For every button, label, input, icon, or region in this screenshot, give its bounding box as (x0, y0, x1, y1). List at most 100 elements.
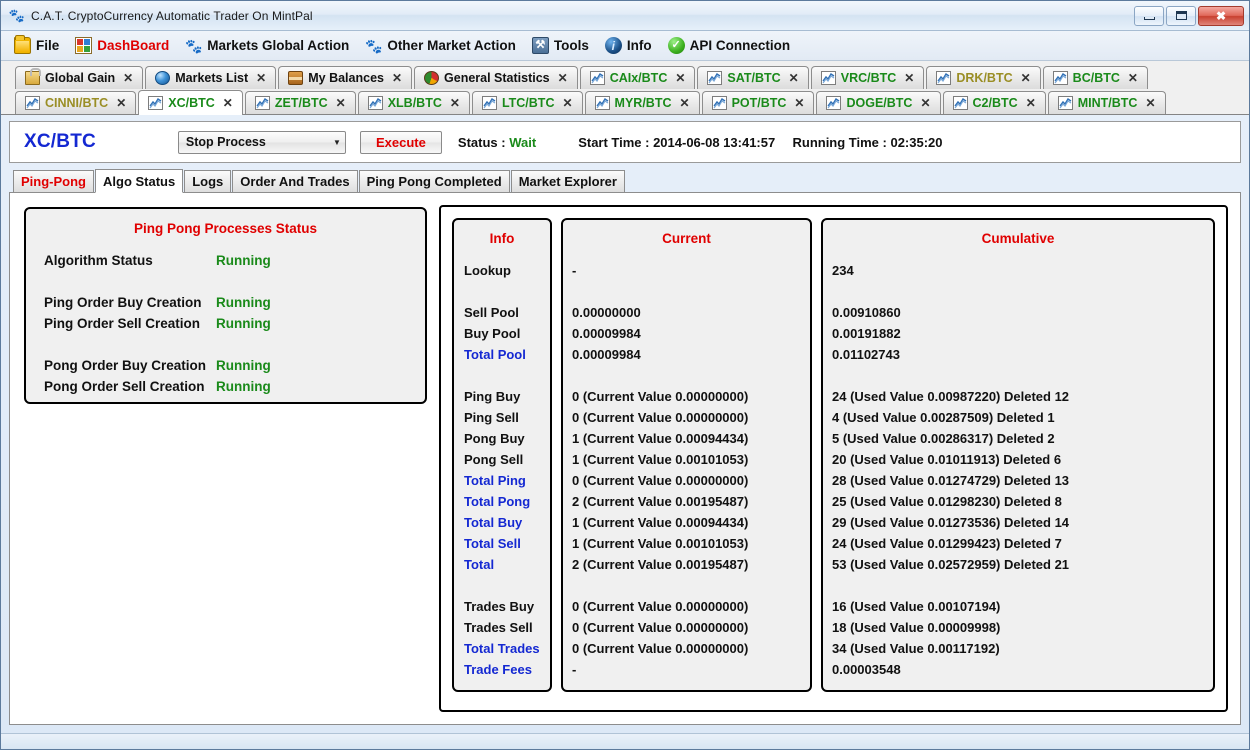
execute-button[interactable]: Execute (359, 130, 442, 154)
menu-item-dashboard[interactable]: DashBoard (68, 34, 176, 57)
tab-market-explorer[interactable]: Market Explorer (510, 170, 625, 192)
table-cell: Total Sell (464, 536, 521, 551)
close-icon[interactable]: ✕ (920, 96, 930, 110)
close-icon[interactable]: ✕ (116, 96, 126, 110)
close-icon[interactable]: ✕ (1026, 96, 1036, 110)
tab-order-and-trades[interactable]: Order And Trades (232, 170, 358, 192)
tab-logs[interactable]: Logs (184, 170, 232, 192)
menu-item-markets-global-action[interactable]: 🐾 Markets Global Action (178, 34, 356, 57)
close-button[interactable]: ✖ (1198, 5, 1244, 26)
market-tab-drk-btc[interactable]: DRK/BTC ✕ (926, 66, 1041, 89)
tab-label: Market Explorer (518, 174, 617, 189)
close-icon[interactable]: ✕ (789, 71, 799, 85)
box-icon (288, 71, 304, 85)
close-icon[interactable]: ✕ (1128, 71, 1138, 85)
table-cell: 1 (Current Value 0.00094434) (572, 515, 749, 530)
table-cell: 0 (Current Value 0.00000000) (572, 473, 749, 488)
application-window: 🐾 C.A.T. CryptoCurrency Automatic Trader… (0, 0, 1250, 750)
minimize-button[interactable] (1134, 5, 1164, 26)
market-tab-label: My Balances (308, 71, 384, 85)
market-tab-bc-btc[interactable]: BC/BTC ✕ (1042, 66, 1148, 89)
chevron-down-icon: ▼ (333, 137, 341, 147)
market-tab-row-1: Global Gain ✕ Markets List ✕ My Balances ✕ Gen… (15, 65, 1243, 89)
tab-label: Order And Trades (240, 174, 350, 189)
close-icon[interactable]: ✕ (1021, 71, 1031, 85)
info-icon: i (604, 37, 622, 54)
market-tab-label: MYR/BTC (614, 96, 672, 110)
table-cell: 24 (Used Value 0.01299423) Deleted 7 (832, 536, 1062, 551)
folder-icon (14, 35, 31, 54)
market-tab-vrc-btc[interactable]: VRC/BTC ✕ (810, 66, 925, 89)
chart-icon (594, 96, 610, 110)
close-icon[interactable]: ✕ (1145, 96, 1155, 110)
algo-table-frame: Info Lookup Sell Pool Buy Pool Total Pool Pi… (439, 205, 1228, 712)
market-tab-doge-btc[interactable]: DOGE/BTC ✕ (816, 91, 941, 114)
close-icon[interactable]: ✕ (223, 96, 233, 110)
market-tab-pot-btc[interactable]: POT/BTC ✕ (701, 91, 815, 114)
column-current: Current - 0.00000000 0.00009984 0.00009984 0… (561, 218, 812, 692)
market-tab-my-balances[interactable]: My Balances ✕ (278, 66, 413, 89)
menu-item-other-market-action[interactable]: 🐾 Other Market Action (358, 34, 523, 57)
market-tab-label: LTC/BTC (501, 96, 555, 110)
market-tab-xc-btc[interactable]: XC/BTC ✕ (138, 90, 243, 115)
market-tab-row-2: CINNI/BTC ✕ XC/BTC ✕ ZET/BTC ✕ XLB/BTC ✕ LTC/BTC… (15, 90, 1243, 115)
market-tab-caix-btc[interactable]: CAIx/BTC ✕ (579, 66, 696, 89)
menu-item-api-connection[interactable]: ✓ API Connection (661, 34, 798, 57)
tab-algo-status[interactable]: Algo Status (95, 169, 184, 193)
tab-ping-pong-completed[interactable]: Ping Pong Completed (358, 170, 510, 192)
close-icon[interactable]: ✕ (794, 96, 804, 110)
close-icon[interactable]: ✕ (680, 96, 690, 110)
market-tab-sat-btc[interactable]: SAT/BTC ✕ (697, 66, 809, 89)
menu-item-dashboard-label: DashBoard (97, 38, 170, 53)
table-cell: - (572, 662, 577, 677)
market-tab-ltc-btc[interactable]: LTC/BTC ✕ (471, 91, 583, 114)
market-tab-markets-list[interactable]: Markets List ✕ (145, 66, 277, 89)
menu-item-file[interactable]: File (7, 34, 66, 57)
check-circle-icon: ✓ (667, 37, 685, 54)
maximize-icon (1175, 11, 1187, 20)
table-cell: Trades Buy (464, 599, 535, 614)
market-tab-c2-btc[interactable]: C2/BTC ✕ (942, 91, 1046, 114)
chart-icon (589, 71, 605, 85)
table-cell: - (572, 263, 577, 278)
ping-pong-status-title: Ping Pong Processes Status (133, 221, 318, 236)
close-icon[interactable]: ✕ (336, 96, 346, 110)
time-display: Start Time : 2014-06-08 13:41:57 Running… (578, 135, 942, 150)
execute-button-label: Execute (375, 134, 426, 150)
market-tab-label: XLB/BTC (387, 96, 442, 110)
left-panel: Ping Pong Processes Status Algorithm Sta… (22, 205, 427, 712)
market-tab-xlb-btc[interactable]: XLB/BTC ✕ (357, 91, 470, 114)
menu-item-tools[interactable]: ⚒ Tools (525, 34, 596, 57)
table-cell: Total (464, 557, 495, 572)
market-tab-myr-btc[interactable]: MYR/BTC ✕ (584, 91, 700, 114)
menu-item-info[interactable]: i Info (598, 34, 659, 57)
close-icon[interactable]: ✕ (558, 71, 568, 85)
close-icon[interactable]: ✕ (392, 71, 402, 85)
close-icon[interactable]: ✕ (904, 71, 914, 85)
close-icon[interactable]: ✕ (675, 71, 685, 85)
tab-ping-pong[interactable]: Ping-Pong (13, 170, 94, 192)
page-title: XC/BTC (24, 131, 96, 152)
table-cell: 1 (Current Value 0.00101053) (572, 536, 749, 551)
table-cell: 0 (Current Value 0.00000000) (572, 410, 749, 425)
maximize-button[interactable] (1166, 5, 1196, 26)
market-tab-mint-btc[interactable]: MINT/BTC ✕ (1047, 91, 1166, 114)
close-icon[interactable]: ✕ (123, 71, 133, 85)
market-tab-cinni-btc[interactable]: CINNI/BTC ✕ (15, 91, 137, 114)
process-select[interactable]: Stop Process ▼ (177, 130, 346, 154)
close-icon[interactable]: ✕ (562, 96, 572, 110)
table-cell: 0.00009984 (572, 326, 641, 341)
market-tab-general-statistics[interactable]: General Statistics ✕ (414, 66, 578, 89)
close-icon[interactable]: ✕ (256, 71, 266, 85)
table-cell: 28 (Used Value 0.01274729) Deleted 13 (832, 473, 1070, 488)
process-status-label: Pong Order Buy Creation (44, 358, 207, 373)
status-badge: Wait (509, 134, 537, 150)
market-tab-zet-btc[interactable]: ZET/BTC ✕ (244, 91, 356, 114)
market-tab-global-gain[interactable]: Global Gain ✕ (15, 66, 144, 89)
menu-item-file-label: File (36, 38, 60, 53)
close-icon[interactable]: ✕ (450, 96, 460, 110)
